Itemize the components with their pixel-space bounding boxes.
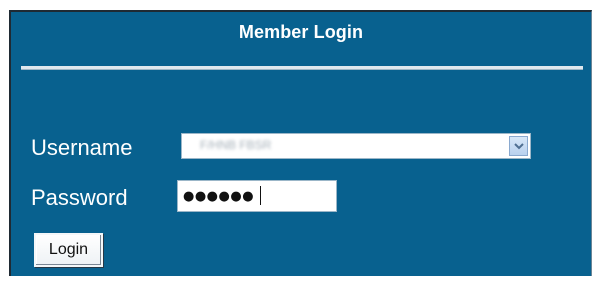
username-label: Username (31, 135, 133, 160)
password-label: Password (31, 185, 128, 210)
password-input[interactable]: ●●●●●● (177, 180, 337, 212)
password-mask: ●●●●●● (183, 189, 255, 204)
chevron-down-icon[interactable] (509, 136, 528, 156)
title-divider (21, 66, 583, 70)
username-selected-value: F/HNB FBSR (200, 138, 272, 152)
member-login-panel: Member Login Username F/HNB FBSR Passwor… (9, 10, 592, 276)
member-login-title: Member Login (238, 22, 364, 42)
text-caret (260, 186, 261, 205)
username-select[interactable]: F/HNB FBSR (181, 133, 531, 159)
login-button[interactable]: Login (34, 233, 103, 267)
